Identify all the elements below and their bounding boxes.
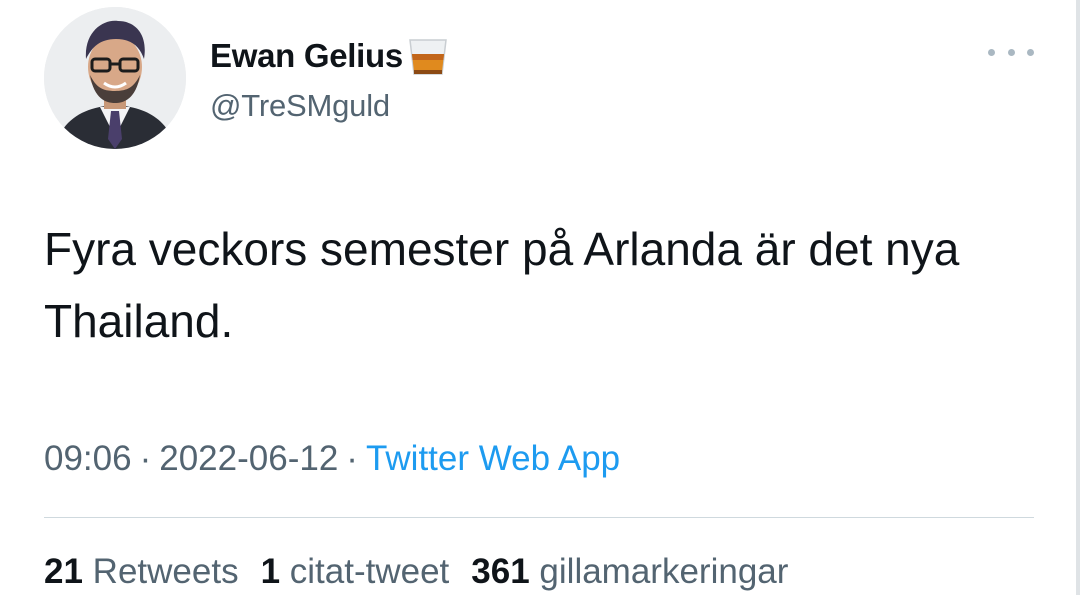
meta-separator: · (346, 439, 358, 478)
likes-label: gillamarkeringar (539, 552, 789, 591)
quotes-stat[interactable]: 1 citat-tweet (261, 552, 450, 591)
retweets-count: 21 (44, 552, 83, 591)
more-options-icon[interactable] (988, 38, 1034, 66)
likes-count: 361 (471, 552, 530, 591)
tweet-date[interactable]: 2022-06-12 (159, 439, 338, 478)
quotes-count: 1 (260, 552, 281, 591)
whisky-glass-icon (406, 34, 450, 78)
tweet-source-link[interactable]: Twitter Web App (366, 439, 620, 478)
tweet-time[interactable]: 09:06 (44, 439, 132, 478)
divider (44, 517, 1034, 518)
author-name-row[interactable]: Ewan Gelius (210, 34, 450, 78)
avatar-portrait (44, 7, 186, 149)
retweets-stat[interactable]: 21 Retweets (44, 552, 239, 591)
retweets-label: Retweets (92, 552, 239, 591)
tweet-text: Fyra veckors semester på Arlanda är det … (44, 223, 960, 347)
tweet-meta: 09:06 · 2022-06-12 · Twitter Web App (44, 437, 620, 481)
meta-separator: · (139, 439, 152, 478)
author-handle[interactable]: @TreSMguld (210, 86, 390, 126)
tweet-stats: 21 Retweets 1 citat-tweet 361 gillamarkeri… (44, 549, 810, 595)
scrollbar-edge (1076, 0, 1080, 595)
display-name[interactable]: Ewan Gelius (210, 34, 403, 78)
quotes-label: citat-tweet (289, 552, 450, 591)
tweet-card: Ewan Gelius @TreSMguld Fyra veckors seme… (0, 0, 1080, 595)
likes-stat[interactable]: 361 gillamarkeringar (471, 552, 788, 591)
avatar[interactable] (44, 7, 186, 149)
